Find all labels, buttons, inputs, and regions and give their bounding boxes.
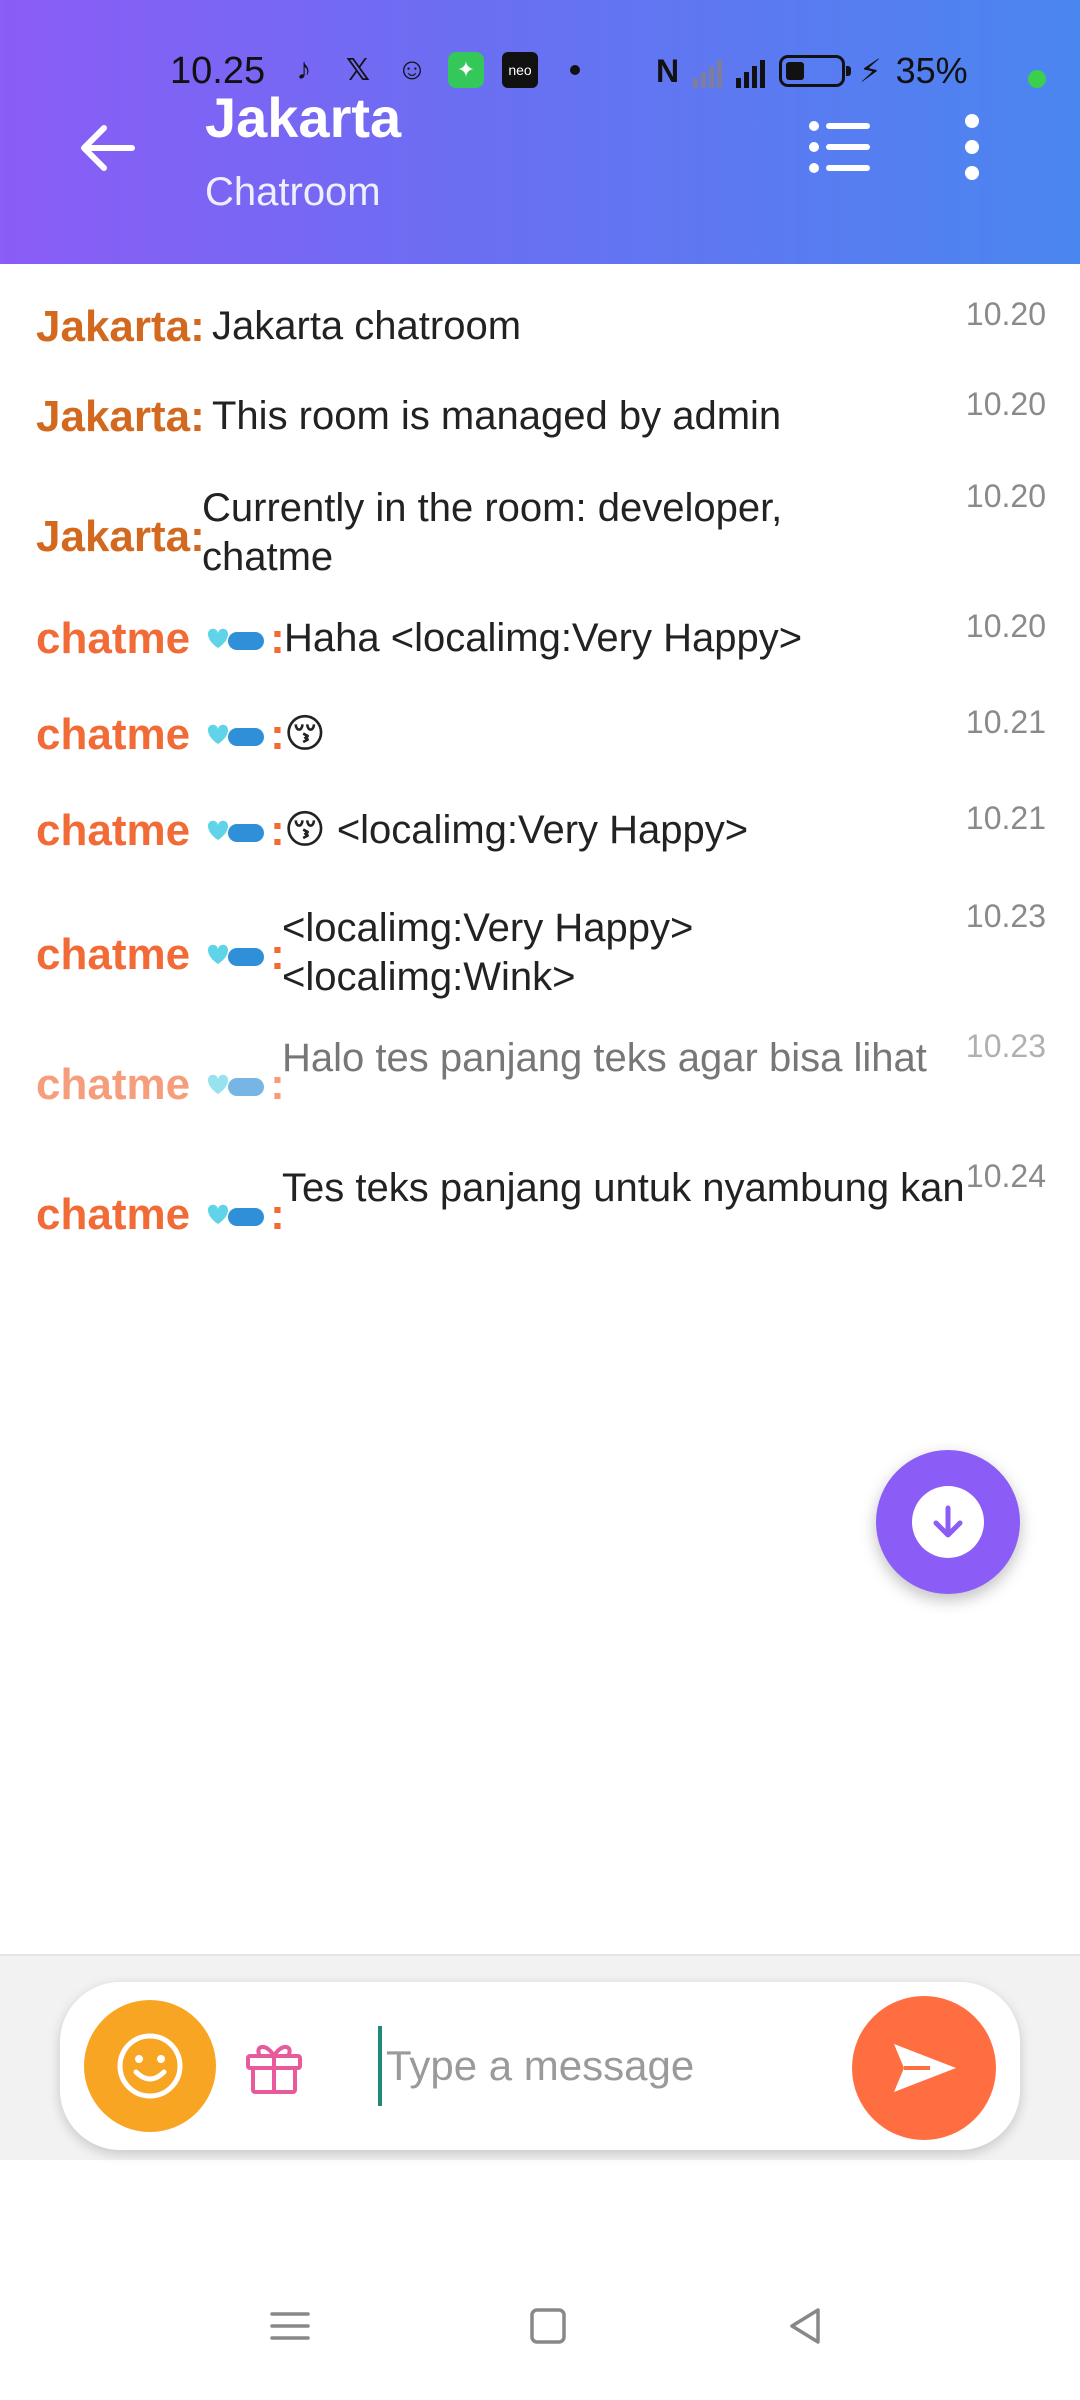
message-sender: chatme:: [36, 1190, 285, 1240]
status-bar: 10.25 ♪ 𝕏 ☺ ✦ neo N ⚡ 35%: [0, 40, 1080, 106]
triangle-back-icon: [790, 2308, 820, 2344]
system-navigation-bar: [0, 2256, 1080, 2400]
gift-button[interactable]: [242, 2034, 306, 2098]
message-item[interactable]: chatme: 😚 <localimg:Very Happy> 10.21: [36, 800, 1046, 866]
heart-level-badge-icon: [208, 945, 265, 967]
message-text: 😚 <localimg:Very Happy>: [284, 808, 749, 852]
message-time: 10.20: [965, 296, 1046, 332]
send-button[interactable]: [852, 1996, 996, 2140]
more-notifications-dot: [570, 65, 580, 75]
arrow-left-icon: [81, 125, 135, 171]
message-sender: chatme:: [36, 710, 285, 760]
message-item[interactable]: Jakarta: Jakarta chatroom 10.20: [36, 296, 1046, 362]
message-item[interactable]: chatme: Tes teks panjang untuk nyambung …: [36, 1158, 1046, 1264]
message-sender: chatme:: [36, 1060, 285, 1110]
fab-inner-circle: [912, 1486, 984, 1558]
heart-level-badge-icon: [208, 1205, 265, 1227]
x-icon: 𝕏: [345, 53, 371, 87]
sender-name: chatme: [36, 1060, 191, 1109]
nav-back-button[interactable]: [776, 2296, 836, 2356]
notification-icons: ♪ 𝕏 ☺ ✦ neo: [286, 52, 580, 88]
message-item[interactable]: chatme: Haha <localimg:Very Happy> 10.20: [36, 608, 1046, 674]
message-time: 10.23: [965, 1028, 1046, 1064]
message-time: 10.20: [965, 608, 1046, 644]
message-time: 10.21: [965, 800, 1046, 836]
battery-percent: 35%: [895, 50, 968, 91]
menu-icon: [270, 2312, 310, 2340]
nfc-icon: N: [656, 52, 680, 89]
message-text: <localimg:Very Happy> <localimg:Wink>: [282, 906, 694, 999]
tiktok-icon: ♪: [296, 53, 312, 86]
privacy-indicator-dot: [1028, 70, 1046, 88]
back-button[interactable]: [70, 110, 146, 186]
sender-name: chatme: [36, 710, 191, 759]
participants-list-button[interactable]: [806, 116, 874, 178]
message-sender: chatme:: [36, 614, 285, 664]
battery-fill: [786, 62, 805, 80]
signal-4g-icon: [736, 54, 766, 88]
message-item[interactable]: chatme: Halo tes panjang teks agar bisa …: [36, 1028, 1046, 1134]
sender-name: chatme: [36, 614, 191, 663]
scroll-to-bottom-button[interactable]: [876, 1450, 1020, 1594]
message-item[interactable]: Jakarta: Currently in the room: develope…: [36, 478, 1046, 584]
message-text: This room is managed by admin: [212, 394, 782, 438]
sender-colon: :: [270, 614, 285, 663]
heart-level-badge-icon: [208, 725, 265, 747]
message-time: 10.21: [965, 704, 1046, 740]
message-time: 10.23: [965, 898, 1046, 934]
square-icon: [530, 2308, 566, 2344]
message-text: Jakarta chatroom: [212, 304, 522, 348]
chat-bubble-icon: ☺: [396, 53, 428, 86]
battery-icon: [779, 55, 852, 87]
message-item[interactable]: chatme: 😚 10.21: [36, 704, 1046, 770]
app-header: 10.25 ♪ 𝕏 ☺ ✦ neo N ⚡ 35% Jakarta Chatro…: [0, 0, 1080, 264]
heart-level-badge-icon: [208, 1075, 265, 1097]
neo-app-icon: neo: [502, 52, 538, 88]
more-options-button[interactable]: [940, 112, 1004, 182]
message-sender: chatme:: [36, 930, 285, 980]
emoji-button[interactable]: [84, 2000, 216, 2132]
message-item[interactable]: chatme: <localimg:Very Happy> <localimg:…: [36, 898, 1046, 1004]
sender-name: chatme: [36, 806, 191, 855]
page-subtitle: Chatroom: [205, 170, 381, 214]
green-app-icon: ✦: [448, 52, 484, 88]
sender-colon: :: [270, 806, 285, 855]
message-text: Tes teks panjang untuk nyambung kan: [282, 1166, 965, 1210]
charging-icon: ⚡: [859, 53, 882, 89]
message-sender: Jakarta:: [36, 392, 205, 441]
message-composer: [60, 1982, 1020, 2150]
heart-level-badge-icon: [208, 629, 265, 651]
message-sender: chatme:: [36, 806, 285, 856]
message-sender: Jakarta:: [36, 302, 205, 351]
more-vertical-icon: [965, 114, 979, 180]
nav-menu-button[interactable]: [260, 2296, 320, 2356]
message-text: Haha <localimg:Very Happy>: [284, 616, 803, 660]
message-input[interactable]: [378, 2026, 878, 2106]
sender-name: chatme: [36, 1190, 191, 1239]
message-time: 10.20: [965, 478, 1046, 514]
send-icon: [894, 2044, 956, 2092]
heart-level-badge-icon: [208, 821, 265, 843]
nav-home-button[interactable]: [518, 2296, 578, 2356]
smiley-icon: [117, 2033, 183, 2099]
composer-area: [0, 1954, 1080, 2160]
signal-sim1-icon: [693, 54, 723, 88]
gift-icon: [246, 2045, 302, 2094]
list-icon: [809, 121, 870, 173]
message-text: Halo tes panjang teks agar bisa lihat: [282, 1036, 927, 1080]
arrow-down-icon: [933, 1505, 963, 1538]
system-icons: N ⚡ 35%: [656, 50, 968, 92]
message-item[interactable]: Jakarta: This room is managed by admin 1…: [36, 386, 1046, 452]
message-text: Currently in the room: developer, chatme: [202, 486, 783, 579]
message-sender: Jakarta:: [36, 512, 205, 561]
sender-name: chatme: [36, 930, 191, 979]
message-text: 😚: [284, 712, 326, 756]
page-title: Jakarta: [205, 86, 402, 149]
sender-colon: :: [270, 710, 285, 759]
message-time: 10.20: [965, 386, 1046, 422]
message-time: 10.24: [965, 1158, 1046, 1194]
